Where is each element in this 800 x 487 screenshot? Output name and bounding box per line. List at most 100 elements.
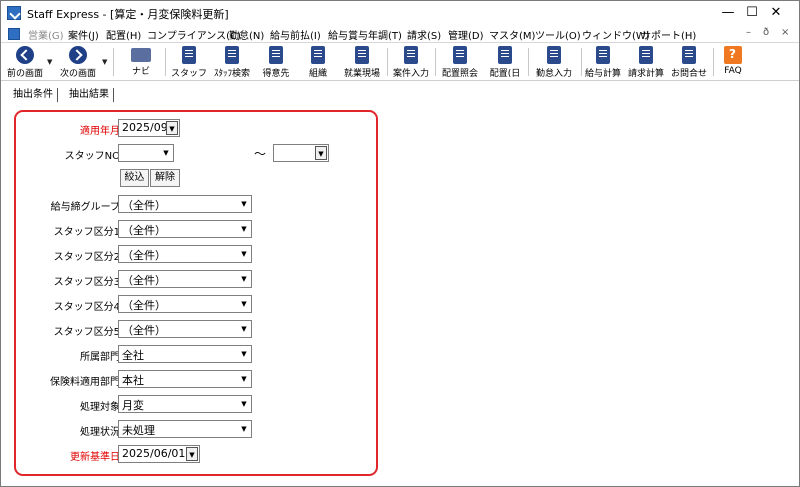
chevron-down-icon: ▼ — [241, 375, 247, 383]
toolbar: 前の画面 ▼ 次の画面 ▼ ナビ スタッフ ｽﾀｯﾌ検索 得意先 組織 就業現場… — [1, 44, 799, 81]
staff-no-from-select[interactable]: ▼ — [118, 144, 174, 162]
chevron-down-icon: ▼ — [241, 325, 247, 333]
job-entry-icon — [404, 46, 418, 64]
menu-jobs[interactable]: 案件(J) — [68, 27, 99, 42]
toolbar-divider — [113, 48, 114, 76]
staff-no-label: スタッフNO — [64, 151, 120, 162]
staff-button[interactable]: スタッフ — [170, 45, 208, 80]
faq-button[interactable]: FAQ — [717, 45, 749, 80]
chevron-down-icon: ▼ — [315, 146, 327, 160]
tab-extraction-conditions[interactable]: 抽出条件 — [13, 88, 58, 102]
worksite-button[interactable]: 就業現場 — [339, 45, 385, 80]
forward-arrow-icon — [69, 46, 87, 64]
menu-billing[interactable]: 請求(S) — [407, 27, 441, 42]
target-label: 処理対象 — [80, 402, 120, 413]
back-button[interactable]: 前の画面 — [3, 45, 47, 80]
menu-bar: 営業(G) 案件(J) 配置(H) コンプライアンス(C) 勤怠(N) 給与前払… — [1, 25, 799, 43]
staff-no-to-select[interactable]: ▼ — [273, 144, 329, 162]
menu-placement[interactable]: 配置(H) — [106, 27, 141, 42]
menu-window[interactable]: ウィンドウ(W) — [582, 27, 650, 42]
update-date-label: 更新基準日 — [70, 452, 120, 463]
apply-month-label: 適用年月 — [80, 126, 120, 137]
menu-admin[interactable]: 管理(D) — [448, 27, 484, 42]
close-button[interactable]: ✕ — [753, 1, 799, 25]
toolbar-divider — [528, 48, 529, 76]
toolbar-divider — [165, 48, 166, 76]
staff-cat1-label: スタッフ区分1 — [53, 227, 120, 238]
menu-tools[interactable]: ツール(O) — [535, 27, 581, 42]
payroll-calc-button[interactable]: 給与計算 — [583, 45, 623, 80]
chevron-down-icon: ▼ — [241, 400, 247, 408]
menu-master[interactable]: マスタ(M) — [489, 27, 535, 42]
placement-inquiry-button[interactable]: 配置照会 — [438, 45, 482, 80]
toolbar-divider — [713, 48, 714, 76]
staff-search-icon — [225, 46, 239, 64]
menu-advance-pay[interactable]: 給与前払(I) — [270, 27, 321, 42]
document-icon — [8, 28, 20, 40]
app-window: Staff Express - [算定・月変保険料更新] — ☐ ✕ 営業(G)… — [0, 0, 800, 487]
range-separator: ～ — [254, 147, 267, 161]
apply-month-select[interactable]: 2025/09 ▼ — [118, 119, 180, 137]
status-select[interactable]: 未処理 ▼ — [118, 420, 252, 438]
staff-cat4-select[interactable]: （全件） ▼ — [118, 295, 252, 313]
billing-calc-icon — [639, 46, 653, 64]
staff-cat2-label: スタッフ区分2 — [53, 252, 120, 263]
mdi-minimize-button[interactable]: – — [746, 27, 751, 38]
chevron-down-icon: ▼ — [241, 425, 247, 433]
payroll-calc-icon — [596, 46, 610, 64]
chevron-down-icon: ▼ — [166, 121, 178, 135]
faq-icon — [724, 46, 742, 64]
app-logo-icon — [7, 6, 21, 20]
billing-calc-button[interactable]: 請求計算 — [625, 45, 667, 80]
forward-button[interactable]: 次の画面 — [55, 45, 101, 80]
worksite-icon — [355, 46, 369, 64]
staff-cat2-select[interactable]: （全件） ▼ — [118, 245, 252, 263]
customer-button[interactable]: 得意先 — [256, 45, 296, 80]
chevron-down-icon: ▼ — [241, 225, 247, 233]
pay-group-label: 給与締グループ — [50, 202, 120, 213]
organization-icon — [311, 46, 325, 64]
mdi-restore-button[interactable]: ð — [763, 27, 769, 38]
clear-button[interactable]: 解除 — [150, 169, 180, 187]
back-arrow-icon — [16, 46, 34, 64]
inquiry-icon — [682, 46, 696, 64]
staff-cat1-select[interactable]: （全件） ▼ — [118, 220, 252, 238]
navi-button[interactable]: ナビ — [123, 45, 159, 80]
staff-cat5-label: スタッフ区分5 — [53, 327, 120, 338]
condition-panel: 適用年月 2025/09 ▼ スタッフNO ▼ ～ ▼ 絞込 解除 給与締グルー… — [14, 110, 378, 476]
inquiry-button[interactable]: お問合せ — [669, 45, 709, 80]
organization-button[interactable]: 組織 — [299, 45, 337, 80]
mdi-close-button[interactable]: × — [781, 27, 789, 38]
menu-compliance[interactable]: コンプライアンス(C) — [147, 27, 241, 42]
menu-attendance[interactable]: 勤怠(N) — [229, 27, 264, 42]
staff-cat4-label: スタッフ区分4 — [53, 302, 120, 313]
forward-dropdown-icon[interactable]: ▼ — [102, 58, 107, 66]
staff-cat5-select[interactable]: （全件） ▼ — [118, 320, 252, 338]
insurance-dept-label: 保険料適用部門 — [50, 377, 120, 388]
toolbar-divider — [387, 48, 388, 76]
staff-cat3-label: スタッフ区分3 — [53, 277, 120, 288]
attendance-entry-icon — [547, 46, 561, 64]
chevron-down-icon: ▼ — [241, 300, 247, 308]
toolbar-divider — [435, 48, 436, 76]
job-entry-button[interactable]: 案件入力 — [390, 45, 432, 80]
dept-select[interactable]: 全社 ▼ — [118, 345, 252, 363]
chevron-down-icon: ▼ — [241, 350, 247, 358]
attendance-entry-button[interactable]: 勤怠入力 — [531, 45, 577, 80]
staff-cat3-select[interactable]: （全件） ▼ — [118, 270, 252, 288]
update-date-picker[interactable]: 2025/06/01 ▼ — [118, 445, 200, 463]
dept-label: 所属部門 — [80, 352, 120, 363]
filter-button[interactable]: 絞込 — [120, 169, 149, 187]
menu-sales[interactable]: 営業(G) — [28, 27, 64, 42]
tab-extraction-results[interactable]: 抽出結果 — [69, 88, 114, 102]
menu-payroll[interactable]: 給与賞与年調(T) — [328, 27, 402, 42]
pay-group-select[interactable]: （全件） ▼ — [118, 195, 252, 213]
staff-search-button[interactable]: ｽﾀｯﾌ検索 — [209, 45, 255, 80]
placement-daily-button[interactable]: 配置(日 — [485, 45, 525, 80]
menu-support[interactable]: サポート(H) — [641, 27, 696, 42]
back-dropdown-icon[interactable]: ▼ — [47, 58, 52, 66]
customer-icon — [269, 46, 283, 64]
chevron-down-icon: ▼ — [241, 200, 247, 208]
target-select[interactable]: 月変 ▼ — [118, 395, 252, 413]
insurance-dept-select[interactable]: 本社 ▼ — [118, 370, 252, 388]
